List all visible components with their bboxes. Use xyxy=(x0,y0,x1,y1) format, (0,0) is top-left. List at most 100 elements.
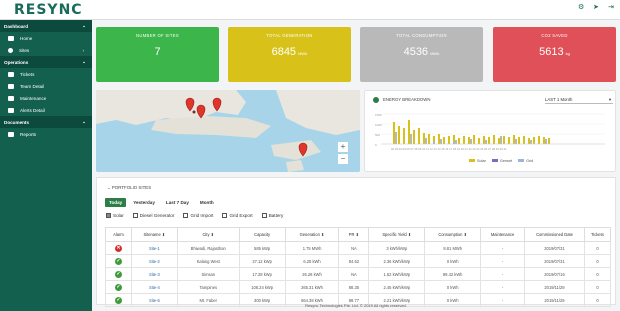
energy-legend: Solar Genset Grid xyxy=(469,159,533,163)
chevron-down-icon: ⌄ xyxy=(82,23,86,28)
period-select[interactable]: LAST 1 Month ▾ xyxy=(545,97,613,104)
col-specific-yield[interactable]: Specific Yield ⬍ xyxy=(368,227,426,242)
col-pr[interactable]: PR ⬍ xyxy=(338,227,370,242)
sidebar: Dashboard ⌄ Home Sites › Operations ⌄ Ticke… xyxy=(0,20,92,311)
chevron-down-icon: ▾ xyxy=(608,97,611,102)
card-unit: kg xyxy=(565,51,570,56)
table-row[interactable]: ✓ Site-4 Tampines 108.24 kWp 265.31 kWh … xyxy=(105,280,612,294)
sidebar-item-home[interactable]: Home xyxy=(0,32,92,44)
legend-swatch-solar xyxy=(469,159,475,162)
portfolio-sites-panel: ⌄ PORTFOLIO SITES Today Yesterday Last 7… xyxy=(96,177,616,307)
main-content: NUMBER OF SITES 7 TOTAL GENERATION 6845 M… xyxy=(92,20,620,311)
filter-grid-export[interactable]: Grid Export xyxy=(222,213,253,218)
checkbox[interactable] xyxy=(222,213,228,218)
sort-icon[interactable]: ⬍ xyxy=(211,232,214,237)
period-tabs: Today Yesterday Last 7 Day Month xyxy=(105,198,218,207)
send-icon[interactable]: ➤ xyxy=(593,4,599,11)
zoom-out-button[interactable]: − xyxy=(338,154,348,164)
location-icon xyxy=(8,47,13,53)
chevron-down-icon: ⌄ xyxy=(82,119,86,124)
checkbox[interactable] xyxy=(261,213,267,218)
col-capacity: Capacity xyxy=(238,227,286,242)
table-row[interactable]: ✓ Site-2 Kalang West 27.12 kWp 6.25 kWh … xyxy=(105,254,612,268)
checkbox[interactable] xyxy=(132,213,138,218)
report-icon xyxy=(8,131,14,137)
col-city[interactable]: City ⬍ xyxy=(176,227,240,242)
table-row[interactable]: ✓ Site-3 Simsan 17.28 kWp 26.28 kWh NA 1… xyxy=(105,267,612,281)
svg-text:1500: 1500 xyxy=(375,113,382,117)
checkbox[interactable] xyxy=(183,213,189,218)
site-map[interactable]: + − xyxy=(96,90,360,172)
table-header: Alarm Sitename ⬍ City ⬍ Capacity Generat… xyxy=(105,227,612,242)
footer: Resync Technologies Pte. Ltd. © 2019 All… xyxy=(305,303,407,308)
top-bar: RESYNC ⚙ ➤ ⇥ xyxy=(0,0,620,20)
refresh-icon[interactable] xyxy=(373,97,379,103)
sidebar-section-documents[interactable]: Documents ⌄ xyxy=(0,116,92,128)
sidebar-item-maintenance[interactable]: Maintenance xyxy=(0,92,92,104)
col-alarm: Alarm xyxy=(105,227,132,242)
card-value: 7 xyxy=(154,46,161,58)
card-value: 4536 xyxy=(403,46,429,58)
col-commissioned-date: Commissioned Date xyxy=(524,227,585,242)
sort-icon[interactable]: ⬍ xyxy=(162,232,165,237)
col-maintenance: Maintenance xyxy=(480,227,526,242)
card-value: 5613 xyxy=(539,46,564,58)
tab-last-7-day[interactable]: Last 7 Day xyxy=(162,198,193,207)
chevron-down-icon[interactable]: ⌄ xyxy=(107,185,111,190)
app-logo[interactable]: RESYNC xyxy=(14,2,83,18)
alarm-error-icon: ✕ xyxy=(114,244,122,252)
logout-icon[interactable]: ⇥ xyxy=(608,4,614,11)
card-co2-saved: CO2 SAVED 5613 kg xyxy=(493,27,616,82)
sidebar-section-operations[interactable]: Operations ⌄ xyxy=(0,56,92,68)
sort-icon[interactable]: ⬍ xyxy=(408,232,411,237)
site-link[interactable]: Site-3 xyxy=(130,267,178,281)
sort-icon[interactable]: ⬍ xyxy=(464,232,467,237)
sidebar-item-reports[interactable]: Reports xyxy=(0,128,92,140)
sidebar-item-team-detail[interactable]: Team Detail xyxy=(0,80,92,92)
sites-table: Alarm Sitename ⬍ City ⬍ Capacity Generat… xyxy=(105,227,612,307)
checkbox[interactable] xyxy=(106,213,111,218)
portfolio-title: PORTFOLIO SITES xyxy=(111,185,152,190)
col-consumption[interactable]: Consumption ⬍ xyxy=(424,227,482,242)
col-sitename[interactable]: Sitename ⬍ xyxy=(130,227,178,242)
energy-breakdown-panel: ENERGY BREAKDOWN LAST 1 Month ▾ 1500 100… xyxy=(364,90,616,172)
card-total-generation: TOTAL GENERATION 6845 MWh xyxy=(228,27,351,82)
alert-icon xyxy=(8,107,14,113)
sidebar-item-sites[interactable]: Sites › xyxy=(0,44,92,56)
site-link[interactable]: Site-1 xyxy=(130,241,178,255)
sidebar-section-dashboard[interactable]: Dashboard ⌄ xyxy=(0,20,92,32)
legend-swatch-grid xyxy=(518,159,525,162)
alarm-ok-icon: ✓ xyxy=(114,270,122,278)
col-tickets: Tickets xyxy=(583,227,612,242)
site-link[interactable]: Site-4 xyxy=(130,280,178,294)
zoom-in-button[interactable]: + xyxy=(338,142,348,152)
filter-grid-import[interactable]: Grid Import xyxy=(183,213,213,218)
svg-text:0: 0 xyxy=(375,143,377,147)
chevron-down-icon: ⌄ xyxy=(82,59,86,64)
legend-swatch-genset xyxy=(491,159,498,162)
col-generation[interactable]: Generation ⬍ xyxy=(284,227,340,242)
sort-icon[interactable]: ⬍ xyxy=(356,232,359,237)
svg-text:1000: 1000 xyxy=(375,123,382,127)
filter-solar[interactable]: Solar xyxy=(106,213,124,218)
tab-today[interactable]: Today xyxy=(105,198,127,207)
filter-diesel-generator[interactable]: Diesel Generator xyxy=(132,213,174,218)
site-link[interactable]: Site-2 xyxy=(130,254,178,268)
card-unit: MWh xyxy=(298,51,308,56)
table-row[interactable]: ✕ Site-1 Bhiwadi, Rajasthan 585 kWp 1.75… xyxy=(105,241,612,255)
tab-month[interactable]: Month xyxy=(196,198,218,207)
filter-battery[interactable]: Battery xyxy=(261,213,283,218)
map-graphic xyxy=(96,90,360,172)
card-total-consumption: TOTAL CONSUMPTION 4536 MWh xyxy=(360,27,483,82)
wrench-icon xyxy=(8,95,14,101)
sidebar-item-alerts-detail[interactable]: Alerts Detail xyxy=(0,104,92,116)
sidebar-item-tickets[interactable]: Tickets xyxy=(0,68,92,80)
team-icon xyxy=(8,83,14,89)
alarm-ok-icon: ✓ xyxy=(114,283,122,291)
settings-icon[interactable]: ⚙ xyxy=(578,4,584,11)
tab-yesterday[interactable]: Yesterday xyxy=(129,198,159,207)
sort-icon[interactable]: ⬍ xyxy=(321,232,324,237)
source-filters: Solar Diesel Generator Grid Import Grid … xyxy=(106,213,283,218)
card-number-of-sites: NUMBER OF SITES 7 xyxy=(96,27,219,82)
alarm-ok-icon: ✓ xyxy=(114,257,122,265)
